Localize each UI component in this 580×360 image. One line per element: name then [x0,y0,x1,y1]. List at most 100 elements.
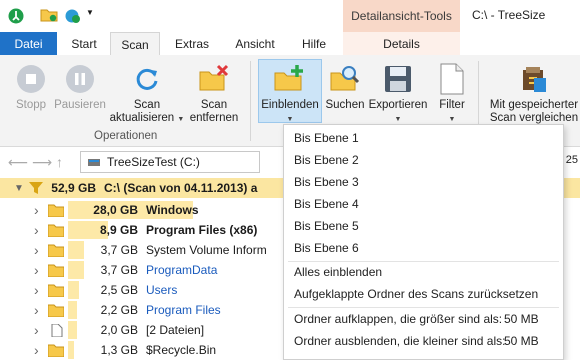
expand-chevron-icon[interactable]: › [34,242,39,258]
menu-item-alles-einblenden[interactable]: Alles einblenden [294,261,382,283]
scan-vergleichen-label: Mit gespeicherter Scan vergleichen [490,99,578,125]
quick-access-dropdown-icon[interactable]: ▼ [86,8,94,17]
open-folder-icon[interactable] [40,8,58,22]
tab-start[interactable]: Start [59,32,109,55]
expand-chevron-icon[interactable]: › [34,262,39,278]
stop-icon [13,61,49,97]
save-disk-icon [380,61,416,97]
folder-size: 8,9 GB [99,223,138,237]
expand-chevron-icon[interactable]: › [34,342,39,358]
root-name: C:\ (Scan von 04.11.2013) a [104,181,258,195]
tab-scan[interactable]: Scan [110,32,160,56]
aufklappen-label: Ordner aufklappen, die größer sind als: [294,312,503,326]
filter-document-icon [434,61,470,97]
stopp-button[interactable]: Stopp [10,55,52,112]
folder-name: Program Files [146,303,221,317]
menu-item-ebene-1[interactable]: Bis Ebene 1 [294,127,359,149]
compare-scan-icon [516,61,552,97]
back-arrow-icon[interactable]: ⟵ [8,154,28,171]
group-operationen-label: Operationen [94,130,158,142]
folder-icon [48,344,64,357]
menu-item-aufklappen[interactable]: Ordner aufklappen, die größer sind als: … [294,308,554,330]
scan-aktualisieren-label: Scan aktualisieren ▼ [110,99,185,126]
path-field[interactable]: TreeSizeTest (C:) [80,151,260,173]
filter-label: Filter ▼ [439,99,465,126]
refresh-icon [129,61,165,97]
suchen-label: Suchen [325,99,365,111]
chevron-down-icon: ▼ [394,116,402,123]
menu-item-reset[interactable]: Aufgeklappte Ordner des Scans zurücksetz… [294,283,538,305]
size-bar [68,301,77,319]
menu-item-ausblenden[interactable]: Ordner ausblenden, die kleiner sind als:… [294,330,554,352]
stopp-label: Stopp [15,99,47,111]
search-folder-icon [327,61,363,97]
suchen-button[interactable]: Suchen [324,55,366,112]
chevron-down-icon: ▼ [448,116,456,123]
folder-icon [48,224,64,237]
folder-name: [2 Dateien] [146,323,205,337]
folder-name: Windows [146,203,199,217]
folder-name: ProgramData [146,263,218,277]
folder-name: Users [146,283,178,297]
treesize-logo-icon[interactable] [8,8,24,24]
chevron-down-icon: ▼ [177,116,185,123]
folder-size: 2,0 GB [100,323,138,337]
context-tools-header: Detailansicht-Tools [343,0,460,32]
scan-entfernen-button[interactable]: Scan entfernen [186,55,242,125]
expand-chevron-icon[interactable]: › [34,302,39,318]
tab-datei[interactable]: Datei [0,32,57,55]
filter-button[interactable]: Filter ▼ [432,55,472,126]
tab-hilfe[interactable]: Hilfe [288,32,340,55]
ribbon-tabs: Datei Start Scan Extras Ansicht Hilfe De… [0,32,580,56]
folder-size: 2,5 GB [100,283,138,297]
expand-chevron-icon[interactable]: › [34,322,39,338]
root-size: 52,9 GB [51,181,96,195]
menu-item-ebene-6[interactable]: Bis Ebene 6 [294,237,359,259]
folder-icon [48,284,64,297]
tab-details[interactable]: Details [343,32,460,55]
folder-icon [48,244,64,257]
scan-entfernen-line2: entfernen [189,112,239,124]
filter-text: Filter [439,99,465,111]
size-bar [68,281,79,299]
folder-icon [48,264,64,277]
menu-item-ebene-4[interactable]: Bis Ebene 4 [294,193,359,215]
expand-folders-icon [272,61,308,97]
exportieren-button[interactable]: Exportieren ▼ [366,55,430,126]
einblenden-button[interactable]: Einblenden ▼ [258,55,322,126]
exportieren-label: Exportieren ▼ [369,99,428,126]
folder-size: 1,3 GB [100,343,138,357]
folder-size: 2,2 GB [100,303,138,317]
expand-chevron-icon[interactable]: › [34,202,39,218]
drive-icon [88,159,100,166]
expand-chevron-icon[interactable]: › [34,222,39,238]
window-title: C:\ - TreeSize [472,8,546,22]
pausieren-label: Pausieren [54,99,106,111]
scan-drive-icon[interactable] [64,8,82,24]
chevron-down-icon: ▼ [286,116,294,123]
scan-vergleichen-button[interactable]: Mit gespeicherter Scan vergleichen [486,55,580,125]
einblenden-text: Einblenden [261,99,319,111]
menu-item-ebene-5[interactable]: Bis Ebene 5 [294,215,359,237]
scan-aktualisieren-line1: Scan [133,99,161,111]
folder-name: Program Files (x86) [146,223,258,237]
menu-item-ebene-2[interactable]: Bis Ebene 2 [294,149,359,171]
einblenden-dropdown-menu: Bis Ebene 1 Bis Ebene 2 Bis Ebene 3 Bis … [283,124,564,360]
scan-aktualisieren-button[interactable]: Scan aktualisieren ▼ [108,55,186,126]
scan-entfernen-line1: Scan [200,99,228,111]
pausieren-button[interactable]: Pausieren [52,55,108,112]
expand-chevron-icon[interactable]: › [34,282,39,298]
forward-arrow-icon[interactable]: ⟶ [32,154,52,171]
folder-size: 28,0 GB [93,203,138,217]
up-arrow-icon[interactable]: ↑ [56,154,63,170]
folder-icon [48,304,64,317]
tab-extras[interactable]: Extras [162,32,222,55]
title-bar: ▼ Detailansicht-Tools C:\ - TreeSize [0,0,580,32]
exportieren-text: Exportieren [368,99,428,111]
size-bar [68,321,77,339]
tab-ansicht[interactable]: Ansicht [224,32,286,55]
menu-item-ebene-3[interactable]: Bis Ebene 3 [294,171,359,193]
einblenden-label: Einblenden ▼ [261,99,319,126]
folder-size: 3,7 GB [100,263,138,277]
vergleich-line1: Mit gespeicherter [489,99,579,111]
